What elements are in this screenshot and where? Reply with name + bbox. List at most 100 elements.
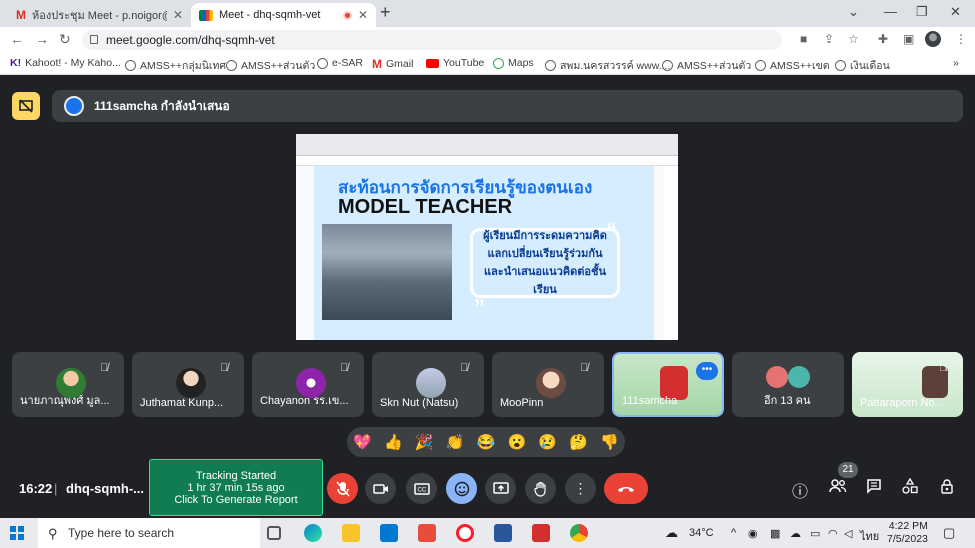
present-icon[interactable] — [485, 473, 516, 504]
sparkling-heart-reaction[interactable]: 💖 — [353, 433, 372, 451]
file-explorer-icon[interactable] — [342, 524, 360, 542]
minimize-icon[interactable]: — — [884, 4, 897, 19]
close-tab-icon[interactable]: ✕ — [358, 8, 368, 22]
host-controls-icon[interactable] — [939, 478, 955, 499]
bookmark-maps[interactable]: Maps — [493, 57, 534, 69]
tab-meet-active[interactable]: Meet - dhq-sqmh-vet ✕ — [191, 3, 376, 27]
more-options-icon[interactable]: ⋮ — [565, 473, 596, 504]
bookmark-amss-supervision[interactable]: AMSS++กลุ่มนิเทศ — [125, 57, 226, 74]
acrobat-icon[interactable] — [532, 524, 550, 542]
more-bookmarks-icon[interactable]: » — [953, 57, 959, 69]
back-icon[interactable]: ← — [10, 31, 24, 47]
sidebar-icon[interactable]: ▣ — [903, 32, 914, 46]
bookmark-kahoot[interactable]: K! Kahoot! - My Kaho... — [10, 57, 121, 69]
bookmark-spm[interactable]: สพม.นครสวรรค์ www.... — [545, 57, 670, 74]
task-view-icon[interactable] — [267, 526, 281, 540]
mic-off-icon[interactable] — [327, 473, 358, 504]
tab-label: Meet - dhq-sqmh-vet — [219, 9, 321, 21]
open-quote-mark: “ — [606, 218, 617, 243]
opera-icon[interactable] — [456, 524, 474, 542]
chat-icon[interactable] — [866, 478, 882, 499]
new-tab-button[interactable]: + — [380, 2, 391, 23]
captions-icon[interactable]: CC — [406, 473, 437, 504]
star-icon[interactable]: ☆ — [848, 32, 859, 46]
cloud-icon[interactable]: ☁ — [790, 527, 801, 540]
emoji-icon[interactable] — [446, 473, 477, 504]
volume-icon[interactable]: ◁ — [844, 527, 852, 540]
more-count: อีก 13 คน — [764, 395, 811, 407]
edge-icon[interactable] — [304, 524, 322, 542]
thinking-reaction[interactable]: 🤔 — [569, 433, 588, 451]
camera-icon[interactable]: ■ — [800, 32, 807, 46]
globe-icon — [125, 60, 136, 71]
participant-name: MooPinn — [500, 397, 544, 409]
word-icon[interactable] — [494, 524, 512, 542]
surprised-reaction[interactable]: 😮 — [507, 433, 526, 451]
party-popper-reaction[interactable]: 🎉 — [415, 433, 434, 451]
restore-icon[interactable]: ❐ — [916, 4, 928, 20]
notifications-icon[interactable]: ▢ — [943, 525, 955, 541]
bookmark-amss-personal[interactable]: AMSS++ส่วนตัว — [226, 57, 315, 74]
participant-tile[interactable]: 🎙̸ นายภาณุพงศ์ มูล... — [12, 352, 124, 417]
bookmark-salary[interactable]: เงินเดือน — [835, 57, 890, 74]
tracking-report-button[interactable]: Tracking Started 1 hr 37 min 15s ago Cli… — [149, 459, 323, 516]
slide-subtitle: MODEL TEACHER — [338, 196, 513, 218]
wifi-icon[interactable]: ◠ — [828, 527, 838, 540]
activities-icon[interactable] — [902, 477, 918, 499]
globe-icon — [662, 60, 673, 71]
bookmark-youtube[interactable]: YouTube — [426, 57, 484, 69]
thumbs-down-reaction[interactable]: 👎 — [600, 433, 619, 451]
bookmarks-bar: K! Kahoot! - My Kaho... AMSS++กลุ่มนิเทศ … — [0, 53, 975, 75]
bookmark-amss-district[interactable]: AMSS++เขต — [755, 57, 830, 74]
close-icon[interactable]: ✕ — [950, 4, 961, 20]
participant-tile-presenter[interactable]: ••• 111samcha — [612, 352, 724, 417]
tab-label: ห้องประชุม Meet - p.noigor@gma — [32, 10, 167, 22]
stop-presenting-icon[interactable] — [12, 92, 40, 120]
participant-tile[interactable]: 🎙̸ Chayanon รร.เข... — [252, 352, 364, 417]
language-indicator[interactable]: ไทย — [860, 527, 879, 545]
participant-tile[interactable]: 🎙̸ MooPinn — [492, 352, 604, 417]
reactions-bar: 💖 👍 🎉 👏 😂 😮 😢 🤔 👎 — [347, 427, 625, 457]
bookmark-amss-personal-2[interactable]: AMSS++ส่วนตัว — [662, 57, 751, 74]
bookmark-gmail[interactable]: M Gmail — [372, 57, 413, 71]
chrome-icon[interactable] — [570, 524, 588, 542]
reload-icon[interactable]: ↻ — [59, 31, 71, 48]
share-icon[interactable]: ⇪ — [824, 32, 834, 46]
tab-meet-room[interactable]: M ห้องประชุม Meet - p.noigor@gma ✕ — [8, 3, 191, 27]
camera-icon[interactable] — [365, 473, 396, 504]
participant-tile[interactable]: 🎙̸ Pattaraporn No... — [852, 352, 963, 417]
line-icon[interactable]: ▩ — [770, 527, 780, 540]
clapping-reaction[interactable]: 👏 — [446, 433, 465, 451]
display-icon[interactable]: ▭ — [810, 527, 820, 540]
bookmark-esar[interactable]: e-SAR — [317, 57, 363, 69]
extensions-icon[interactable]: ✚ — [878, 32, 888, 46]
people-icon[interactable] — [829, 478, 847, 499]
profile-avatar[interactable] — [925, 31, 941, 47]
forward-icon[interactable]: → — [35, 31, 49, 47]
tracking-duration: 1 hr 37 min 15s ago — [187, 481, 285, 494]
participant-avatar — [766, 366, 788, 388]
url-field[interactable]: meet.google.com/dhq-sqmh-vet — [82, 30, 782, 50]
windows-start-icon[interactable] — [10, 526, 24, 540]
hand-icon[interactable] — [525, 473, 556, 504]
participant-tile[interactable]: 🎙̸ Juthamat Kunp... — [132, 352, 244, 417]
close-tab-icon[interactable]: ✕ — [173, 8, 183, 22]
menu-dots-icon[interactable]: ⋮ — [955, 32, 967, 46]
mail-icon[interactable] — [380, 524, 398, 542]
wps-icon[interactable] — [418, 524, 436, 542]
windows-taskbar: ⚲ Type here to search ☁ 34°C ^ ◉ ▩ ☁ ▭ ◠… — [0, 518, 975, 548]
divider: | — [54, 481, 58, 496]
info-icon[interactable]: ⓘ — [792, 478, 808, 502]
participant-tile[interactable]: 🎙̸ Skn Nut (Natsu) — [372, 352, 484, 417]
network-app-icon[interactable]: ◉ — [748, 527, 758, 540]
taskbar-search[interactable]: ⚲ Type here to search — [38, 518, 260, 548]
crying-reaction[interactable]: 😢 — [538, 433, 557, 451]
end-call-button[interactable] — [604, 473, 648, 504]
tray-chevron-icon[interactable]: ^ — [731, 527, 736, 539]
more-participants-tile[interactable]: อีก 13 คน — [732, 352, 844, 417]
thumbs-up-reaction[interactable]: 👍 — [384, 433, 403, 451]
chevron-down-icon[interactable]: ⌄ — [848, 4, 859, 20]
laughing-reaction[interactable]: 😂 — [477, 433, 496, 451]
participant-avatar — [536, 368, 566, 398]
taskbar-clock[interactable]: 4:22 PM 7/5/2023 — [887, 520, 928, 546]
